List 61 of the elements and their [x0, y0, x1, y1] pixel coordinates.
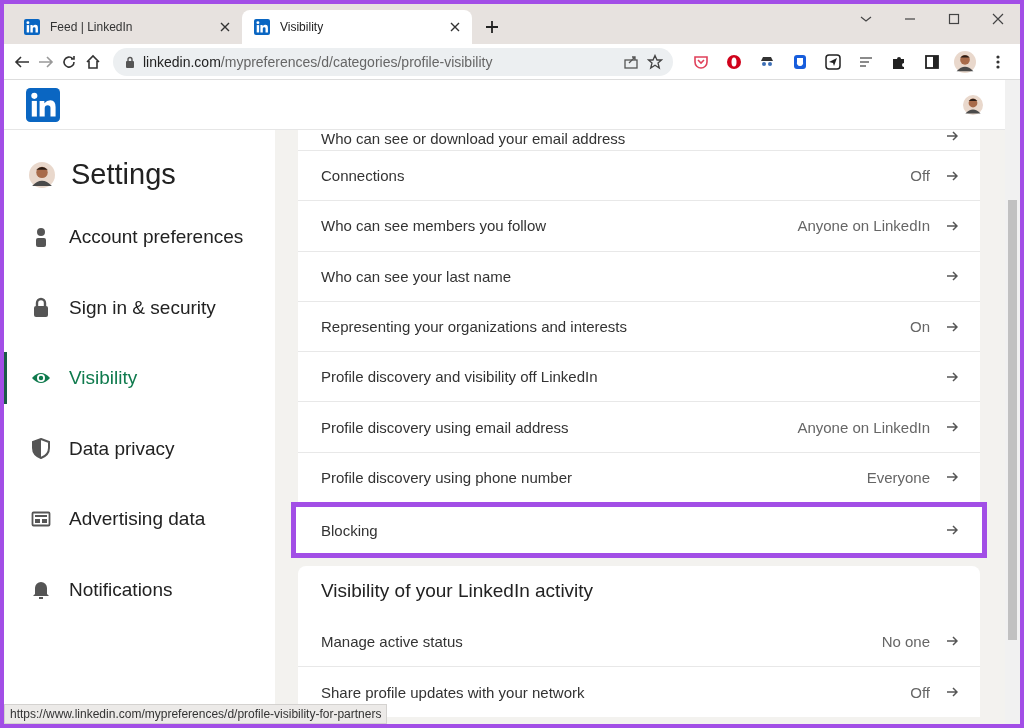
- forward-icon[interactable]: [37, 53, 54, 70]
- sidebar-item[interactable]: Data privacy: [4, 422, 275, 475]
- linkedin-logo-icon: [24, 19, 40, 35]
- arrow-right-icon: [946, 686, 958, 698]
- setting-value: No one: [881, 632, 930, 650]
- ring-icon[interactable]: [725, 52, 743, 71]
- plus-icon: [485, 20, 499, 34]
- scroll-thumb[interactable]: [1008, 200, 1017, 640]
- setting-row[interactable]: Who can see or download your email address: [298, 130, 980, 150]
- browser-tab[interactable]: Feed | LinkedIn: [12, 10, 242, 44]
- setting-value: Off: [910, 167, 930, 185]
- sidebar-item[interactable]: Visibility: [4, 352, 275, 404]
- arrow-right-icon: [946, 524, 958, 537]
- reload-icon[interactable]: [61, 53, 78, 70]
- arrow-right-icon: [946, 219, 958, 232]
- setting-value: On: [910, 318, 930, 336]
- close-icon[interactable]: [220, 22, 230, 32]
- sidebar-item[interactable]: Sign in & security: [4, 281, 275, 334]
- url-text: linkedin.com/mypreferences/d/categories/profile-visibility: [143, 53, 494, 70]
- address-bar[interactable]: linkedin.com/mypreferences/d/categories/profile-visibility: [113, 47, 673, 76]
- sidebar-icon[interactable]: [923, 52, 941, 71]
- shield-icon[interactable]: [791, 52, 809, 71]
- scrollbar[interactable]: [1005, 80, 1020, 724]
- lock-icon: [125, 55, 135, 68]
- linkedin-logo-icon: [254, 19, 270, 35]
- close-icon[interactable]: [992, 13, 1004, 25]
- send-icon[interactable]: [824, 52, 842, 71]
- sidebar-item[interactable]: Account preferences: [4, 211, 275, 263]
- profile-avatar[interactable]: [954, 50, 976, 73]
- arrow-right-icon: [946, 270, 958, 283]
- close-icon[interactable]: [450, 22, 460, 32]
- arrow-right-icon: [946, 635, 958, 648]
- arrow-right-icon: [946, 370, 958, 383]
- arrow-right-icon: [946, 320, 958, 333]
- setting-row[interactable]: Blocking: [291, 502, 987, 559]
- arrow-right-icon: [946, 169, 958, 182]
- star-icon[interactable]: [647, 53, 663, 70]
- profile-avatar: [29, 161, 55, 188]
- profile-avatar[interactable]: [963, 94, 983, 115]
- setting-value: Off: [910, 683, 930, 701]
- menu-icon[interactable]: [996, 53, 1000, 70]
- setting-value: Anyone on LinkedIn: [797, 418, 930, 436]
- maximize-icon[interactable]: [948, 13, 960, 25]
- status-url: https://www.linkedin.com/mypreferences/d/profile-visibility-for-partners: [4, 704, 388, 724]
- arrow-right-icon: [946, 471, 958, 484]
- linkedin-logo[interactable]: [26, 87, 60, 122]
- browser-tab[interactable]: Visibility: [242, 10, 472, 44]
- bell-icon: [31, 579, 51, 600]
- arrow-right-icon: [946, 421, 958, 434]
- lock-icon: [31, 297, 51, 318]
- sidebar-item[interactable]: Advertising data: [4, 493, 275, 545]
- page-title: Settings: [71, 158, 176, 191]
- shield-icon: [31, 438, 51, 459]
- setting-value: Anyone on LinkedIn: [797, 217, 930, 235]
- share-icon[interactable]: [623, 53, 639, 70]
- home-icon[interactable]: [85, 53, 102, 70]
- back-icon[interactable]: [13, 53, 30, 70]
- section-heading: Visibility of your LinkedIn activity: [320, 579, 595, 604]
- sidebar-item[interactable]: Notifications: [4, 563, 275, 616]
- setting-value: Everyone: [866, 468, 930, 486]
- arrow-right-icon: [946, 130, 958, 142]
